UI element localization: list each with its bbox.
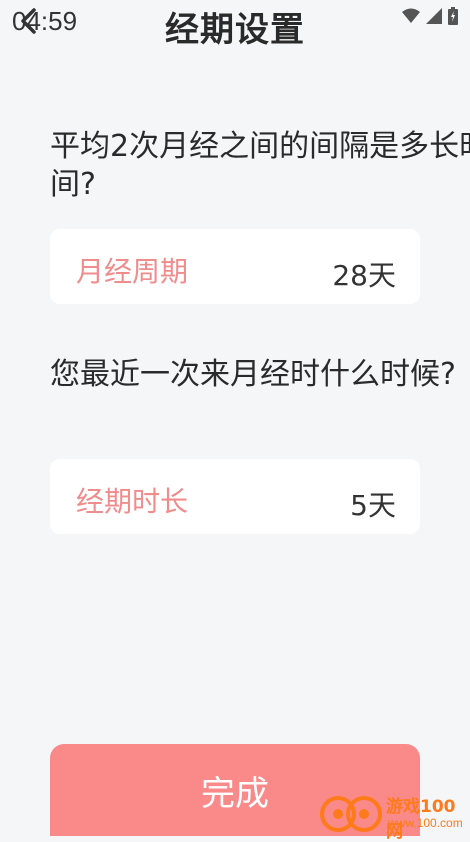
question-cycle-interval: 平均2次月经之间的间隔是多长时间? (50, 129, 470, 202)
page-title: 经期设置 (165, 10, 305, 50)
watermark-url: www.100.com (388, 816, 463, 830)
period-duration-field[interactable]: 经期时长 5天 (50, 459, 420, 534)
watermark: 游戏100网 www.100.com (318, 786, 470, 842)
period-duration-value: 5天 (350, 489, 396, 522)
question-last-period: 您最近一次来月经时什么时候? (50, 357, 456, 392)
cycle-length-field[interactable]: 月经周期 28天 (50, 229, 420, 304)
watermark-logo-icon (320, 796, 382, 832)
period-duration-label: 经期时长 (76, 485, 189, 518)
cycle-length-label: 月经周期 (76, 255, 189, 288)
cycle-length-value: 28天 (332, 259, 396, 292)
